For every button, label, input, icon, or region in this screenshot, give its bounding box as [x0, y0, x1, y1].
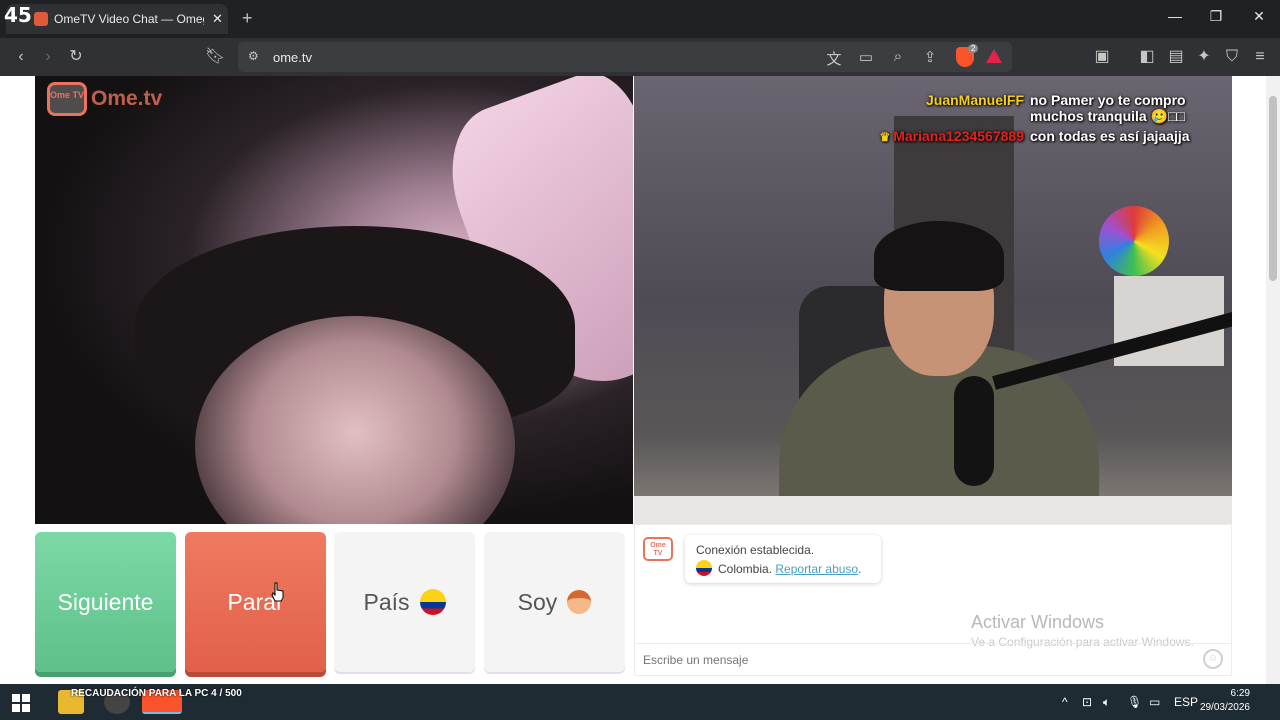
video-scene-microphone [954, 376, 994, 486]
stream-chat-message: con todas es así jajaajja [1030, 128, 1190, 144]
activate-windows-title: Activar Windows [971, 612, 1105, 632]
chat-panel: Ome TV Conexión establecida. Colombia. R… [634, 524, 1232, 676]
battery-icon[interactable]: ▭ [1149, 695, 1160, 709]
boy-icon [567, 590, 592, 614]
language-indicator[interactable]: ESP [1174, 695, 1198, 709]
share-icon[interactable]: ⇪ [920, 48, 940, 66]
gender-button-label: Soy [517, 588, 558, 615]
self-video: JuanManuelFF no Pamer yo te compro mucho… [634, 76, 1232, 524]
address-bar[interactable]: ⚙ ome.tv 文 ▭ ⌕ ⇪ 2 [238, 42, 1012, 72]
ometv-logo-text: Ome.tv [91, 87, 163, 110]
forward-icon[interactable]: › [38, 47, 58, 67]
close-window-button[interactable]: ✕ [1249, 8, 1269, 25]
ometv-logo[interactable]: Ome TV Ome.tv [47, 82, 162, 116]
ometv-chat-logo-icon: Ome TV [643, 537, 673, 561]
crown-icon: ♛ [879, 130, 891, 144]
system-clock[interactable]: 6:29 29/03/2026 [1200, 687, 1250, 715]
ometv-logo-tv-icon: Ome TV [47, 82, 87, 116]
next-button[interactable]: Siguiente [35, 532, 176, 672]
sidebar-reader-icon[interactable]: ▣ [1092, 47, 1112, 67]
message-input[interactable] [635, 643, 1231, 675]
system-message-bubble: Conexión establecida. Colombia. Reportar… [685, 535, 881, 583]
wallet-icon[interactable]: ▤ [1166, 47, 1186, 67]
site-info-icon[interactable]: ⚙ [248, 49, 259, 63]
url-text[interactable]: ome.tv [273, 50, 312, 65]
report-abuse-link[interactable]: Reportar abuso [775, 562, 858, 576]
connection-status: Conexión establecida. [696, 543, 815, 557]
stranger-video: Ome TV Ome.tv [35, 76, 633, 524]
stop-button[interactable]: Parar [185, 532, 326, 672]
page-content: Ome TV Ome.tv JuanManuelFF no Pamer yo t… [0, 76, 1280, 684]
reload-icon[interactable]: ↻ [66, 47, 86, 67]
vpn-shield-icon[interactable]: ⛉ [1222, 47, 1242, 67]
sidebar-toggle-icon[interactable]: ◧ [1137, 47, 1157, 67]
stream-chat-user: ♛ Mariana1234567889 [879, 128, 1024, 144]
report-suffix: . [858, 562, 862, 576]
menu-icon[interactable]: ≡ [1250, 47, 1270, 67]
leo-ai-icon[interactable]: ✦ [1194, 47, 1214, 67]
maximize-button[interactable]: ❐ [1206, 8, 1226, 25]
hand-cursor-icon [271, 582, 284, 602]
translate-icon[interactable]: 文 [824, 48, 844, 69]
clock-date: 29/03/2026 [1199, 702, 1250, 713]
zoom-icon[interactable]: ⌕ [888, 48, 908, 65]
title-bar: OmeTV Video Chat — Omegle ✕ 45 + — ❐ ✕ [0, 0, 1280, 38]
favicon-icon [34, 12, 48, 26]
bookmark-icon[interactable]: 🔖︎ [205, 47, 225, 67]
video-scene-desk [634, 496, 1232, 524]
tray-chevron-icon[interactable]: ^ [1062, 695, 1068, 709]
partner-country-name: Colombia. [718, 562, 773, 576]
shield-count-badge: 2 [968, 44, 979, 53]
country-button[interactable]: País [334, 532, 475, 672]
next-button-label: Siguiente [57, 588, 154, 615]
new-tab-button[interactable]: + [242, 8, 253, 29]
brave-rewards-icon[interactable] [986, 49, 1002, 63]
tab-title: OmeTV Video Chat — Omegle [54, 12, 204, 26]
clock-time: 6:29 [1230, 688, 1250, 699]
country-button-label: País [363, 588, 410, 615]
partner-country: Colombia. Reportar abuso. [696, 560, 870, 579]
volume-icon[interactable]: 🔈︎ [1103, 695, 1110, 710]
cast-icon[interactable]: ▭ [856, 48, 876, 66]
scrollbar-thumb[interactable] [1269, 96, 1277, 281]
stream-chat-line: JuanManuelFF no Pamer yo te compro mucho… [854, 92, 1232, 125]
network-icon[interactable]: ⊡ [1082, 695, 1092, 709]
stream-chat-overlay: JuanManuelFF no Pamer yo te compro mucho… [854, 92, 1232, 147]
tab-ometv[interactable]: OmeTV Video Chat — Omegle ✕ [6, 4, 228, 34]
video-scene-wheel [1099, 206, 1169, 276]
tab-close-icon[interactable]: ✕ [212, 11, 223, 27]
microphone-icon[interactable]: 🎙︎ [1127, 695, 1142, 709]
stream-chat-line: ♛ Mariana1234567889 con todas es así jaja… [854, 128, 1232, 144]
page-scrollbar[interactable] [1266, 76, 1280, 684]
fundraising-overlay: RECAUDACIÓN PARA LA PC 4 / 500 [71, 688, 242, 699]
colombia-flag-small-icon [696, 560, 712, 576]
colombia-flag-icon [419, 589, 446, 615]
windows-taskbar: RECAUDACIÓN PARA LA PC 4 / 500 ^ ⊡ 🔈︎ 🎙︎… [0, 684, 1280, 720]
gender-button[interactable]: Soy [484, 532, 625, 672]
video-scene-person-hair [874, 221, 1004, 291]
stream-overlay-counter: 45 [4, 3, 32, 27]
stream-chat-user: JuanManuelFF [925, 92, 1024, 108]
emoji-icon[interactable]: ☺ [1203, 649, 1223, 669]
stream-chat-message: no Pamer yo te compro muchos tranquila 🥲… [1030, 92, 1186, 124]
back-icon[interactable]: ‹ [11, 47, 31, 67]
start-button[interactable] [12, 694, 30, 712]
minimize-button[interactable]: — [1165, 8, 1185, 24]
